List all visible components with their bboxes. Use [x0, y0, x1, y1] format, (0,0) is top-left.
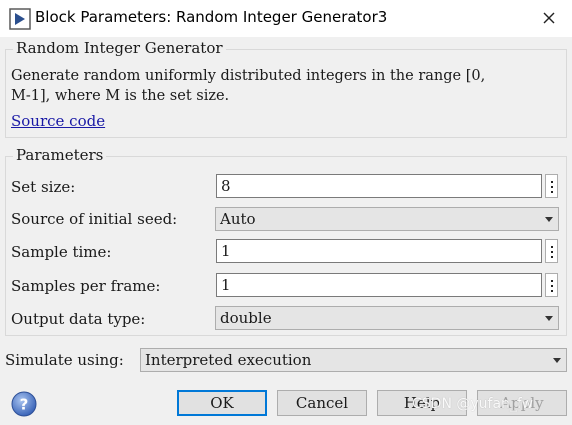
svg-text:?: ?	[20, 396, 29, 414]
ok-button[interactable]: OK	[177, 390, 267, 416]
parameters-group-title: Parameters	[13, 146, 107, 164]
window-title: Block Parameters: Random Integer Generat…	[35, 8, 388, 26]
block-icon	[9, 8, 31, 30]
set-size-options-button[interactable]	[545, 174, 558, 198]
output-type-select[interactable]: double	[215, 306, 559, 330]
help-icon[interactable]: ?	[10, 390, 38, 418]
set-size-label: Set size:	[11, 178, 76, 196]
chevron-down-icon	[545, 316, 553, 321]
chevron-down-icon	[545, 217, 553, 222]
simulate-using-select[interactable]: Interpreted execution	[140, 348, 567, 372]
output-type-value: double	[220, 309, 272, 327]
close-icon[interactable]	[536, 8, 562, 30]
seed-source-label: Source of initial seed:	[11, 210, 178, 228]
sample-time-label: Sample time:	[11, 243, 112, 261]
block-description: Generate random uniformly distributed in…	[11, 66, 561, 106]
title-bar: Block Parameters: Random Integer Generat…	[0, 0, 572, 37]
sample-time-input[interactable]: 1	[216, 239, 542, 263]
seed-source-value: Auto	[220, 210, 256, 228]
block-group-title: Random Integer Generator	[13, 39, 226, 57]
samples-per-frame-options-button[interactable]	[545, 273, 558, 297]
chevron-down-icon	[553, 358, 561, 363]
source-code-link[interactable]: Source code	[11, 112, 105, 130]
set-size-input[interactable]: 8	[216, 174, 542, 198]
simulate-using-label: Simulate using:	[5, 351, 124, 369]
samples-per-frame-input[interactable]: 1	[216, 273, 542, 297]
samples-per-frame-label: Samples per frame:	[11, 277, 161, 295]
simulate-using-value: Interpreted execution	[145, 351, 312, 369]
description-line-2: M-1], where M is the set size.	[11, 88, 230, 104]
seed-source-select[interactable]: Auto	[215, 207, 559, 231]
output-type-label: Output data type:	[11, 310, 146, 328]
sample-time-options-button[interactable]	[545, 239, 558, 263]
cancel-button[interactable]: Cancel	[277, 390, 367, 416]
watermark-text: CSDN @yufan_fw	[412, 396, 534, 412]
description-line-1: Generate random uniformly distributed in…	[11, 68, 486, 84]
